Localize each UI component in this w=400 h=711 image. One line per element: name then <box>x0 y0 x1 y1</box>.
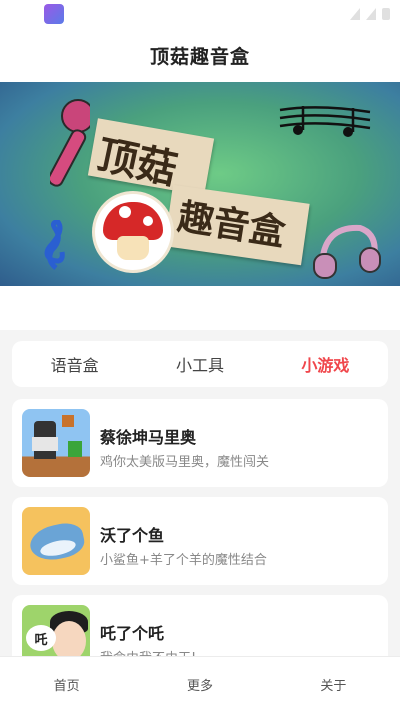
tab-tools[interactable]: 小工具 <box>137 341 262 387</box>
game-name: 沃了个鱼 <box>100 526 165 545</box>
game-desc: 鸡你太美版马里奥，魔性闯关 <box>100 455 270 470</box>
game-name: 蔡徐坤马里奥 <box>100 428 197 447</box>
category-tabs: 语音盒 小工具 小游戏 <box>12 341 388 387</box>
thumb-bubble-text: 吒 <box>26 625 56 651</box>
system-icons <box>350 8 390 20</box>
wifi-icon <box>350 8 360 20</box>
music-staff-icon <box>279 106 371 137</box>
tab-voice-box[interactable]: 语音盒 <box>12 341 137 387</box>
bottom-navigation: 首页 更多 关于 <box>0 656 400 711</box>
signal-icon <box>366 8 376 20</box>
mushroom-icon <box>95 194 171 270</box>
game-card[interactable]: 蔡徐坤马里奥 鸡你太美版马里奥，魔性闯关 <box>12 399 388 487</box>
nav-home[interactable]: 首页 <box>0 657 133 711</box>
game-desc: 小鲨鱼+羊了个羊的魔性结合 <box>100 553 267 568</box>
mario-thumb-icon <box>22 409 90 477</box>
shark-thumb-icon <box>22 507 90 575</box>
nav-about[interactable]: 关于 <box>267 657 400 711</box>
page-title: 顶菇趣音盒 <box>149 45 250 68</box>
hero-banner[interactable]: 顶菇 趣音盒 <box>0 82 400 286</box>
banner-spacer <box>0 286 400 330</box>
headphones-icon <box>313 224 381 279</box>
game-name: 吒了个吒 <box>100 624 165 643</box>
status-bar <box>0 0 400 28</box>
treble-clef-icon <box>44 220 65 270</box>
app-bar: 顶菇趣音盒 <box>0 28 400 82</box>
battery-icon <box>382 8 390 20</box>
app-notification-icon <box>44 4 64 24</box>
tab-mini-games[interactable]: 小游戏 <box>263 341 388 387</box>
nav-more[interactable]: 更多 <box>133 657 266 711</box>
game-card[interactable]: 沃了个鱼 小鲨鱼+羊了个羊的魔性结合 <box>12 497 388 585</box>
